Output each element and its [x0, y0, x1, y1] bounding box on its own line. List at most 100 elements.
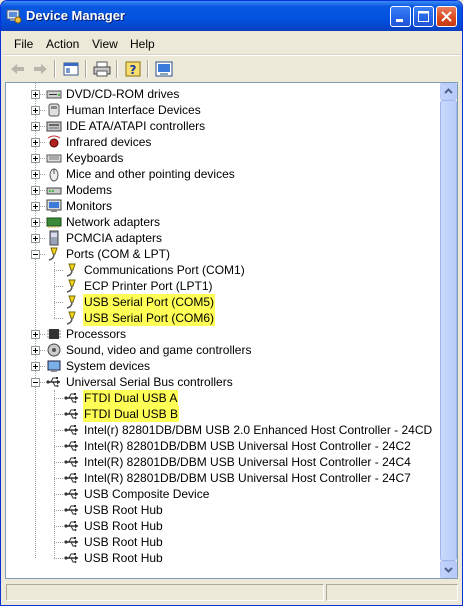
- tree-device[interactable]: USB Serial Port (COM5): [6, 294, 436, 310]
- pcmcia-icon: [49, 230, 59, 246]
- expand-toggle[interactable]: [31, 122, 40, 131]
- expand-toggle[interactable]: [31, 218, 40, 227]
- forward-arrow-icon[interactable]: [30, 60, 50, 78]
- tree-category[interactable]: Modems: [6, 182, 436, 198]
- ide-controller-icon: [46, 121, 62, 132]
- usb-icon: [64, 489, 78, 499]
- tree-item-label: USB Root Hub: [84, 519, 163, 533]
- scroll-thumb[interactable]: [440, 100, 457, 561]
- menu-file[interactable]: File: [14, 37, 33, 51]
- close-button[interactable]: [436, 6, 457, 27]
- tree-item-label: USB Serial Port (COM6): [83, 310, 216, 326]
- properties-icon[interactable]: [154, 60, 174, 78]
- menu-view[interactable]: View: [92, 37, 118, 51]
- usb-icon: [64, 537, 78, 547]
- port-icon: [66, 295, 76, 309]
- tree-item-label: IDE ATA/ATAPI controllers: [66, 119, 206, 133]
- tree-item-label: FTDI Dual USB B: [83, 406, 180, 422]
- print-icon[interactable]: [92, 60, 112, 78]
- usb-icon: [64, 425, 78, 435]
- tree-item-label: System devices: [66, 359, 151, 373]
- tree-item-label: Sound, video and game controllers: [66, 343, 252, 357]
- status-pane-main: [6, 584, 324, 601]
- tree-item-label: Ports (COM & LPT): [66, 247, 171, 261]
- minimize-button[interactable]: [390, 6, 411, 27]
- expand-toggle[interactable]: [31, 90, 40, 99]
- tree-device[interactable]: USB Serial Port (COM6): [6, 310, 436, 326]
- mouse-icon: [49, 168, 59, 182]
- sound-icon: [47, 343, 61, 357]
- expand-toggle[interactable]: [31, 186, 40, 195]
- tree-device[interactable]: FTDI Dual USB B: [6, 406, 436, 422]
- device-manager-icon: [6, 9, 22, 24]
- tree-category[interactable]: PCMCIA adapters: [6, 230, 436, 246]
- tree-item-label: Monitors: [66, 199, 113, 213]
- expand-toggle[interactable]: [31, 234, 40, 243]
- device-manager-window: Device Manager File Action View Help ? D…: [0, 0, 463, 606]
- usb-icon: [46, 377, 60, 387]
- tree-device[interactable]: Intel(r) 82801DB/DBM USB 2.0 Enhanced Ho…: [6, 422, 436, 438]
- tree-category[interactable]: Keyboards: [6, 150, 436, 166]
- tree-device[interactable]: USB Root Hub: [6, 550, 436, 566]
- scroll-down-button[interactable]: [440, 561, 457, 578]
- usb-icon: [64, 505, 78, 515]
- port-icon: [66, 263, 76, 277]
- tree-device[interactable]: USB Root Hub: [6, 534, 436, 550]
- vertical-scrollbar[interactable]: [440, 83, 457, 578]
- tree-category[interactable]: Ports (COM & LPT): [6, 246, 436, 262]
- tree-category[interactable]: Human Interface Devices: [6, 102, 436, 118]
- expand-toggle[interactable]: [31, 106, 40, 115]
- maximize-button[interactable]: [413, 6, 434, 27]
- collapse-toggle[interactable]: [31, 378, 40, 387]
- tree-item-label: Mice and other pointing devices: [66, 167, 235, 181]
- tree-device[interactable]: ECP Printer Port (LPT1): [6, 278, 436, 294]
- tree-category[interactable]: Mice and other pointing devices: [6, 166, 436, 182]
- show-hide-console-tree-icon[interactable]: [61, 60, 81, 78]
- tree-category[interactable]: System devices: [6, 358, 436, 374]
- help-icon[interactable]: ?: [123, 60, 143, 78]
- collapse-toggle[interactable]: [31, 250, 40, 259]
- tree-device[interactable]: Intel(R) 82801DB/DBM USB Universal Host …: [6, 438, 436, 454]
- tree-device[interactable]: Intel(R) 82801DB/DBM USB Universal Host …: [6, 454, 436, 470]
- scroll-up-button[interactable]: [440, 83, 457, 100]
- expand-toggle[interactable]: [31, 170, 40, 179]
- expand-toggle[interactable]: [31, 202, 40, 211]
- tree-category[interactable]: Network adapters: [6, 214, 436, 230]
- keyboard-icon: [46, 154, 62, 163]
- tree-device[interactable]: USB Root Hub: [6, 502, 436, 518]
- tree-item-label: Infrared devices: [66, 135, 152, 149]
- dvd-drive-icon: [46, 90, 62, 99]
- status-bar: [4, 581, 460, 603]
- usb-icon: [64, 457, 78, 467]
- tree-category[interactable]: Monitors: [6, 198, 436, 214]
- network-adapter-icon: [46, 217, 62, 228]
- tree-device[interactable]: FTDI Dual USB A: [6, 390, 436, 406]
- tree-category[interactable]: DVD/CD-ROM drives: [6, 86, 436, 102]
- tree-item-label: ECP Printer Port (LPT1): [84, 279, 213, 293]
- tree-category[interactable]: Infrared devices: [6, 134, 436, 150]
- tree-device[interactable]: USB Composite Device: [6, 486, 436, 502]
- menu-help[interactable]: Help: [130, 37, 155, 51]
- infrared-icon: [47, 135, 61, 148]
- tree-item-label: Universal Serial Bus controllers: [66, 375, 233, 389]
- expand-toggle[interactable]: [31, 138, 40, 147]
- menu-action[interactable]: Action: [46, 37, 79, 51]
- tree-item-label: Network adapters: [66, 215, 161, 229]
- tree-category[interactable]: Sound, video and game controllers: [6, 342, 436, 358]
- tree-device[interactable]: Communications Port (COM1): [6, 262, 436, 278]
- expand-toggle[interactable]: [31, 154, 40, 163]
- expand-toggle[interactable]: [31, 330, 40, 339]
- usb-icon: [64, 409, 78, 419]
- expand-toggle[interactable]: [31, 346, 40, 355]
- back-arrow-icon[interactable]: [8, 60, 28, 78]
- status-pane-secondary: [326, 584, 458, 601]
- expand-toggle[interactable]: [31, 362, 40, 371]
- title-bar[interactable]: Device Manager: [1, 1, 462, 31]
- tree-item-label: USB Root Hub: [84, 503, 163, 517]
- tree-category[interactable]: IDE ATA/ATAPI controllers: [6, 118, 436, 134]
- tree-category[interactable]: Processors: [6, 326, 436, 342]
- tree-device[interactable]: Intel(R) 82801DB/DBM USB Universal Host …: [6, 470, 436, 486]
- tree-category[interactable]: Universal Serial Bus controllers: [6, 374, 436, 390]
- tree-device[interactable]: USB Root Hub: [6, 518, 436, 534]
- device-tree[interactable]: DVD/CD-ROM drives Human Interface Devices…: [5, 82, 458, 579]
